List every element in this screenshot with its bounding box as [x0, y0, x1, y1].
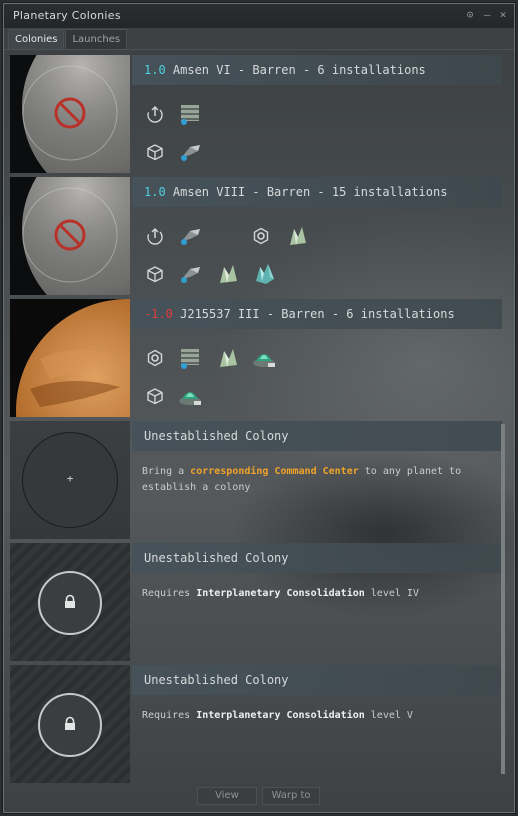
colony-title: 1.0 Amsen VI - Barren - 6 installations	[144, 63, 426, 77]
colony-title: -1.0 J215537 III - Barren - 6 installati…	[144, 307, 455, 321]
tab-colonies[interactable]: Colonies	[8, 29, 65, 50]
locked-planet-slot	[10, 665, 130, 783]
security-status: -1.0	[144, 307, 173, 321]
minimize-icon[interactable]: –	[481, 8, 493, 22]
lava-planet-image	[10, 299, 130, 417]
storage-facility-icon[interactable]	[176, 345, 204, 371]
extractor-icon[interactable]	[176, 139, 204, 165]
colony-name: Amsen VI - Barren - 6 installations	[165, 63, 426, 77]
colony-header[interactable]: 1.0 Amsen VI - Barren - 6 installations	[132, 55, 502, 85]
lock-icon	[65, 594, 75, 608]
export-icon	[147, 227, 163, 245]
colony-header[interactable]: -1.0 J215537 III - Barren - 6 installati…	[132, 299, 502, 329]
colony-title: 1.0 Amsen VIII - Barren - 15 installatio…	[144, 185, 447, 199]
colony-title: Unestablished Colony	[144, 673, 289, 687]
window-title: Planetary Colonies	[13, 9, 121, 22]
colony-row[interactable]: 1.0 Amsen VIII - Barren - 15 installatio…	[10, 177, 502, 295]
storage-icon	[147, 144, 163, 161]
empty-planet-slot[interactable]: +	[10, 421, 130, 539]
lock-icon	[65, 716, 75, 730]
export-icon	[147, 105, 163, 123]
warp-to-button[interactable]: Warp to	[262, 787, 320, 805]
colony-name: J215537 III - Barren - 6 installations	[172, 307, 455, 321]
storage-icon	[147, 266, 163, 283]
command-center-link[interactable]: corresponding Command Center	[190, 466, 359, 477]
scrollbar[interactable]	[501, 424, 505, 774]
planet-thumbnail[interactable]	[10, 177, 130, 295]
unestablished-colony-row[interactable]: + Unestablished Colony Bring a correspon…	[10, 421, 502, 539]
extractor-icon[interactable]	[176, 261, 204, 287]
security-status: 1.0	[144, 63, 166, 77]
colony-row[interactable]: -1.0 J215537 III - Barren - 6 installati…	[10, 299, 502, 417]
view-button[interactable]: View	[197, 787, 257, 805]
locked-planet-slot	[10, 543, 130, 661]
close-icon[interactable]: ×	[497, 8, 509, 22]
colony-header: Unestablished Colony	[132, 421, 502, 451]
colony-title: Unestablished Colony	[144, 551, 289, 565]
planetary-colonies-window: Planetary Colonies ⊙ – × Colonies Launche…	[3, 3, 515, 813]
launchpad-icon[interactable]	[176, 383, 204, 409]
add-colony-icon[interactable]: +	[10, 472, 130, 485]
storage-facility-icon[interactable]	[176, 101, 204, 127]
processor-icon[interactable]	[214, 345, 242, 371]
factory-icon	[147, 349, 163, 367]
planet-thumbnail[interactable]	[10, 55, 130, 173]
processor-icon[interactable]	[282, 223, 310, 249]
colony-requirement-text: Requires Interplanetary Consolidation le…	[142, 710, 413, 721]
colony-header: Unestablished Colony	[132, 543, 502, 573]
crystal-processor-icon[interactable]	[250, 261, 278, 287]
processor-icon[interactable]	[214, 261, 242, 287]
extractor-icon[interactable]	[176, 223, 204, 249]
unestablished-colony-row[interactable]: Unestablished Colony Requires Interplane…	[10, 665, 502, 783]
planet-thumbnail[interactable]	[10, 299, 130, 417]
storage-icon	[147, 388, 163, 405]
colony-name: Amsen VIII - Barren - 15 installations	[165, 185, 448, 199]
colony-header[interactable]: 1.0 Amsen VIII - Barren - 15 installatio…	[132, 177, 502, 207]
tab-divider	[4, 49, 514, 50]
colony-row[interactable]: 1.0 Amsen VI - Barren - 6 installations	[10, 55, 502, 173]
skill-name[interactable]: Interplanetary Consolidation	[196, 588, 365, 599]
barren-planet-image	[10, 177, 130, 295]
unestablished-colony-row[interactable]: Unestablished Colony Requires Interplane…	[10, 543, 502, 661]
tab-strip: Colonies Launches	[8, 29, 128, 50]
security-status: 1.0	[144, 185, 166, 199]
colony-title: Unestablished Colony	[144, 429, 289, 443]
colony-requirement-text: Bring a corresponding Command Center to …	[142, 466, 462, 493]
title-bar[interactable]: Planetary Colonies ⊙ – ×	[4, 4, 514, 29]
skill-name[interactable]: Interplanetary Consolidation	[196, 710, 365, 721]
tab-launches[interactable]: Launches	[65, 29, 128, 50]
factory-icon	[253, 227, 269, 245]
barren-planet-image	[10, 55, 130, 173]
colony-header: Unestablished Colony	[132, 665, 502, 695]
colony-requirement-text: Requires Interplanetary Consolidation le…	[142, 588, 419, 599]
launchpad-icon[interactable]	[250, 345, 278, 371]
settings-icon[interactable]: ⊙	[464, 8, 476, 22]
